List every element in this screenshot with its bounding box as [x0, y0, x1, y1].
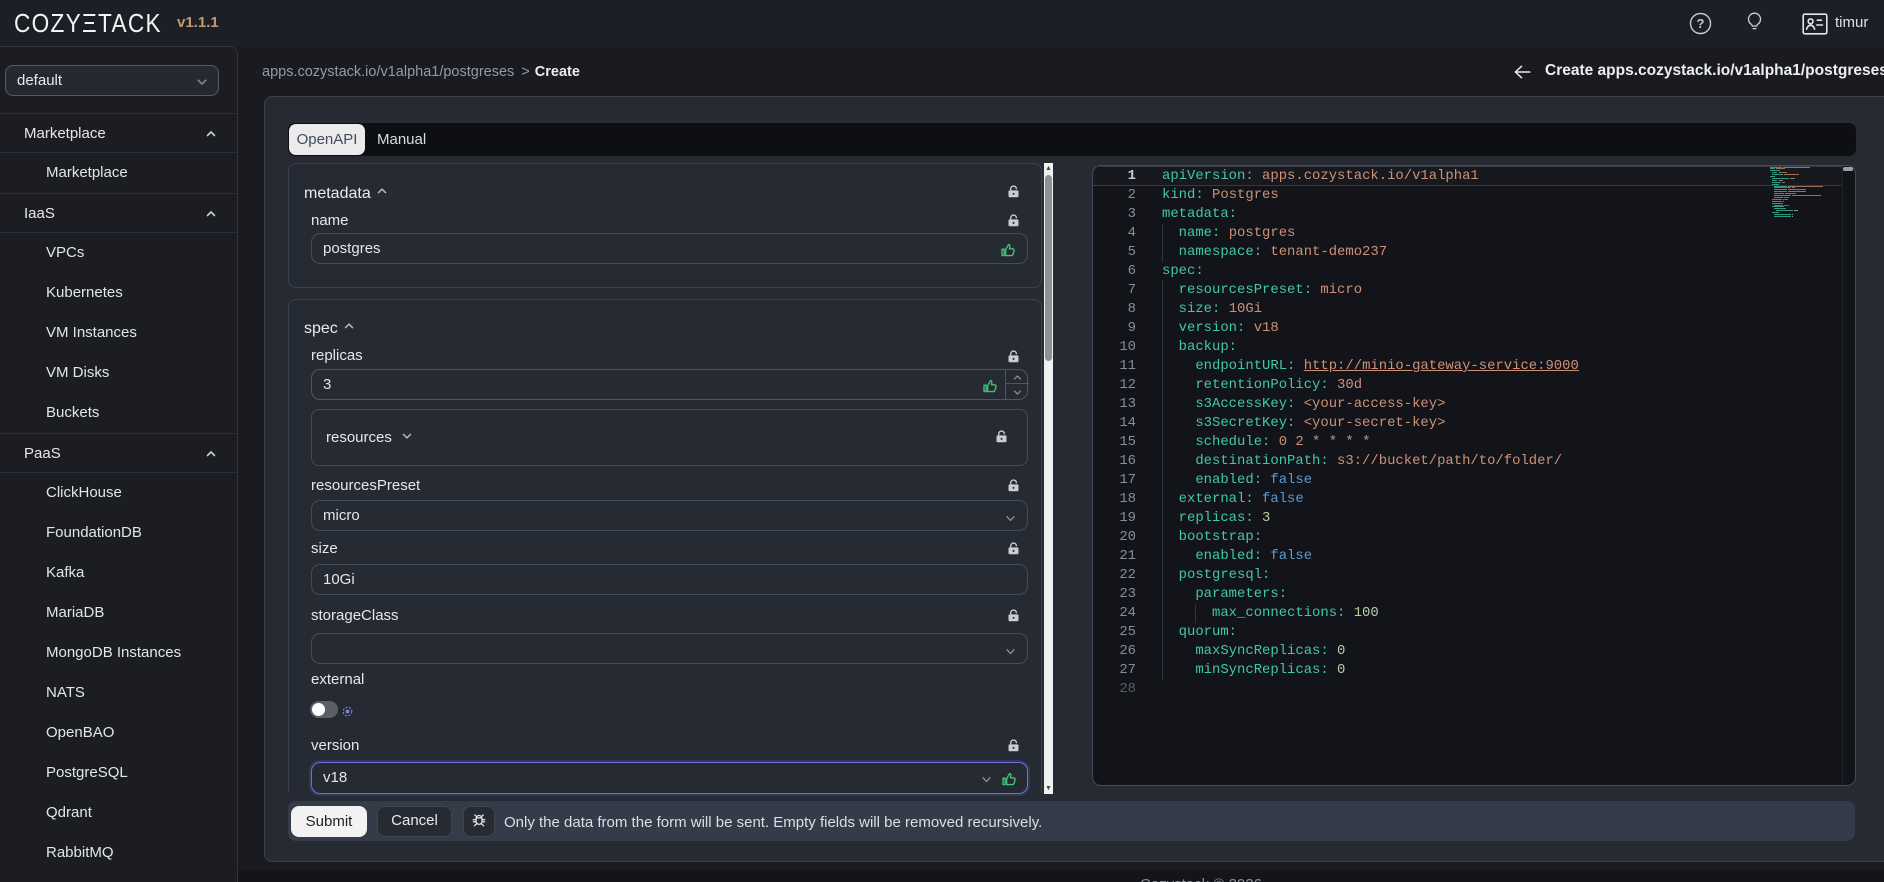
- svg-text:?: ?: [1697, 16, 1705, 31]
